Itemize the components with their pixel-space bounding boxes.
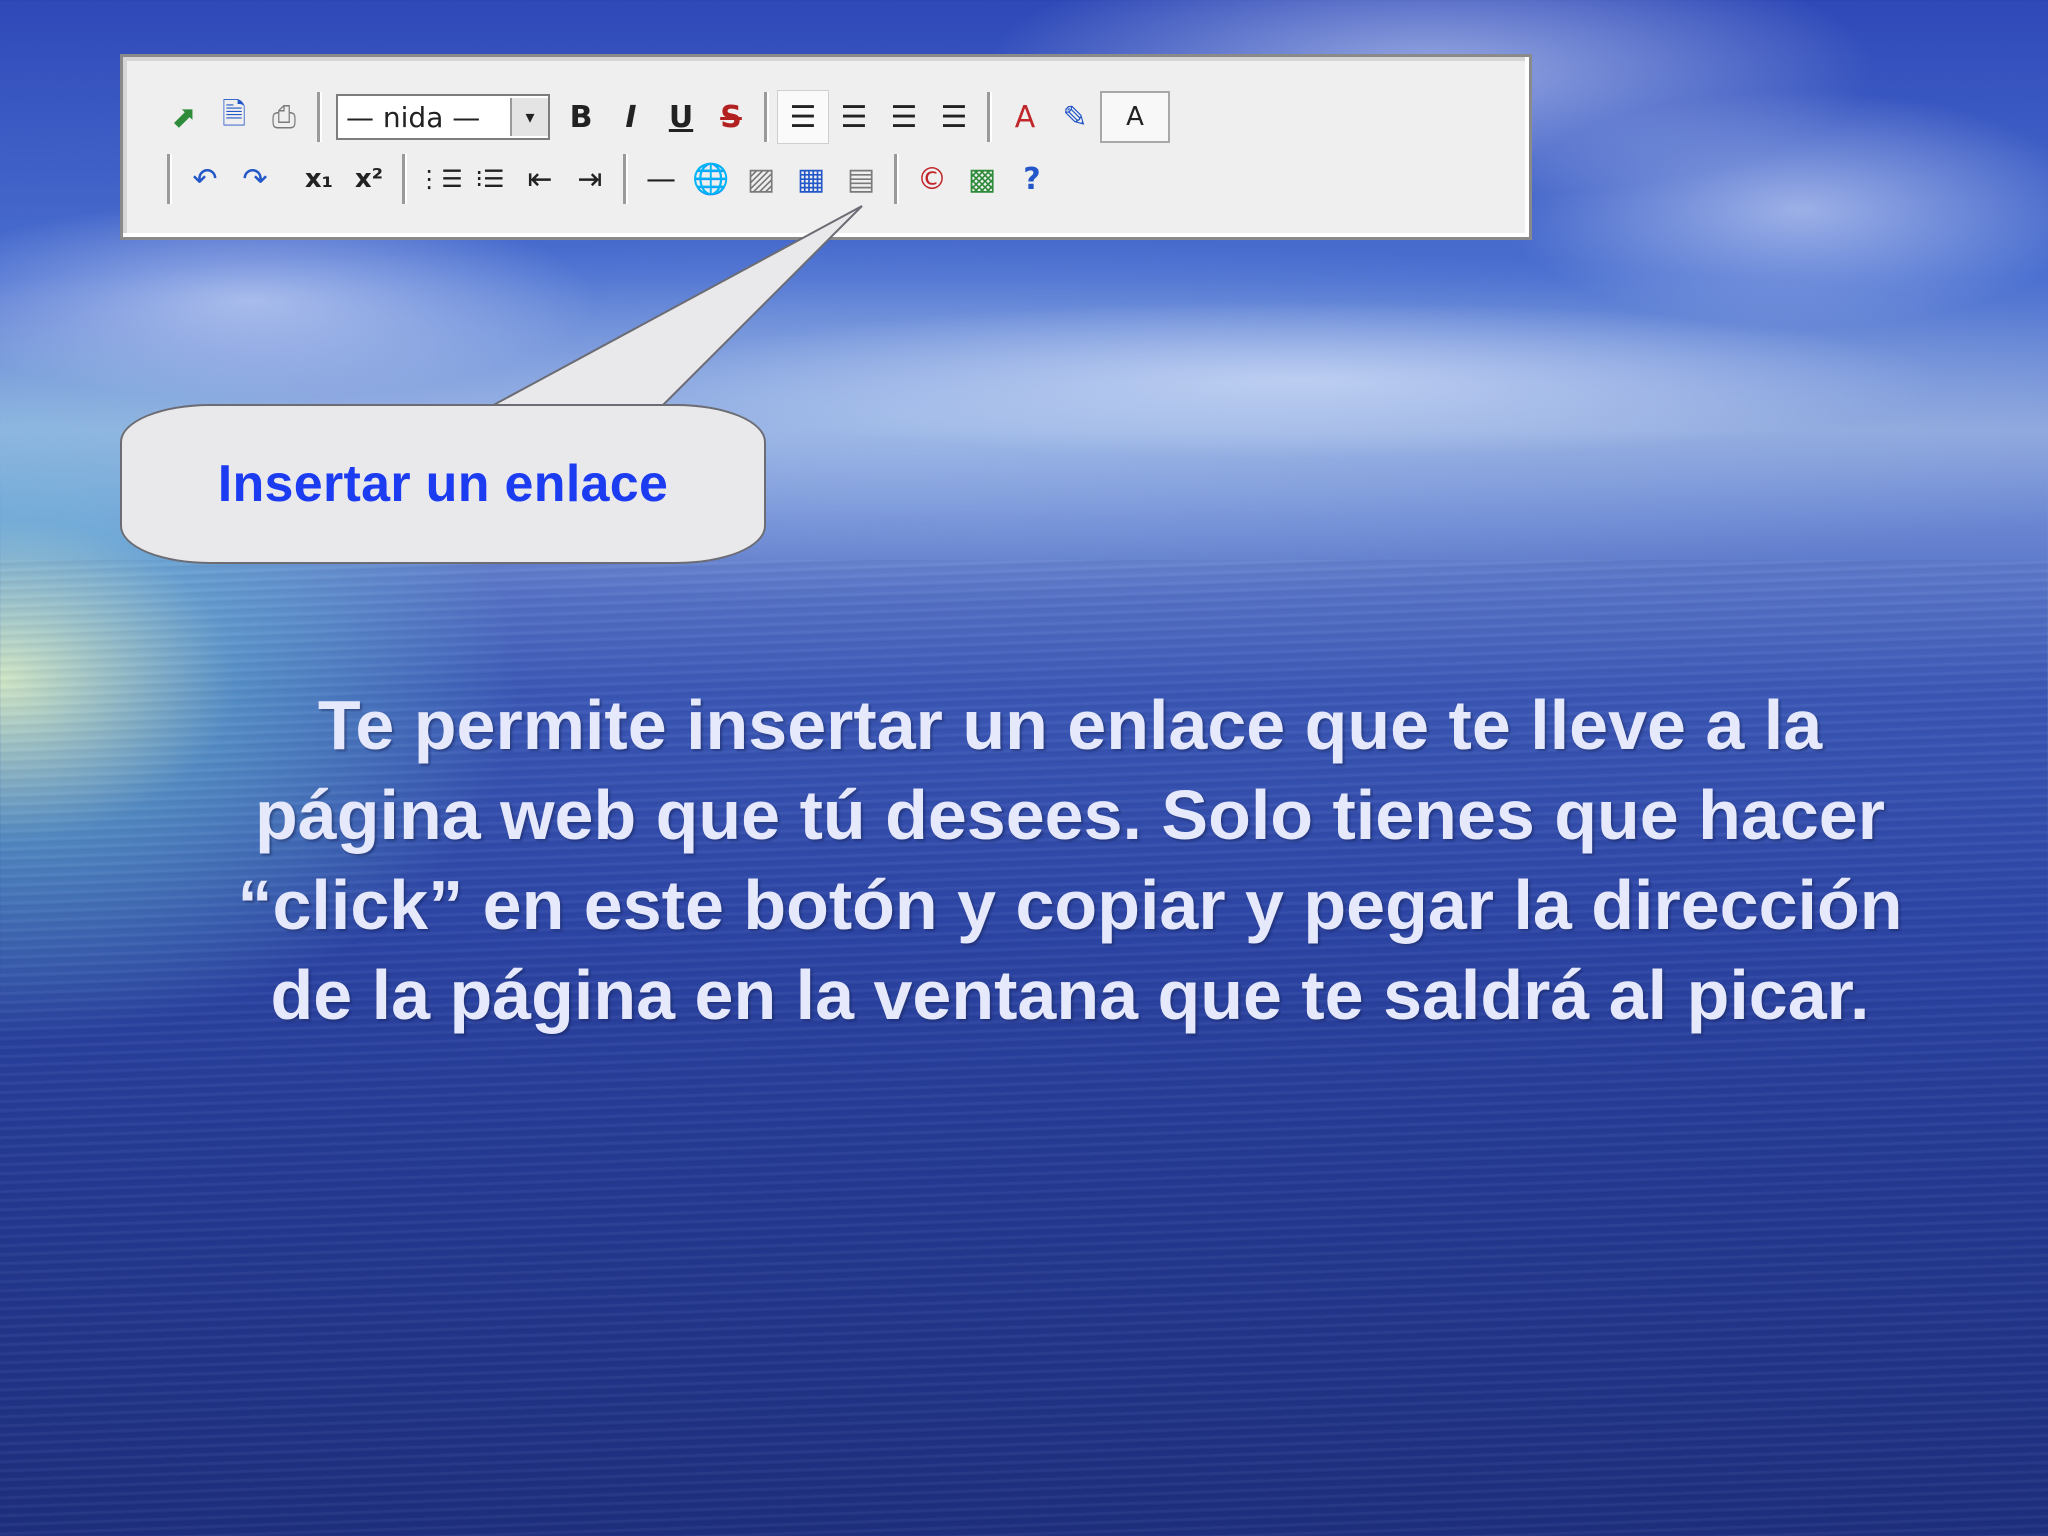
description-text: Te permite insertar un enlace que te lle…	[237, 686, 1903, 1034]
insert-link-callout: Insertar un enlace	[120, 404, 766, 564]
callout-label: Insertar un enlace	[217, 455, 669, 513]
